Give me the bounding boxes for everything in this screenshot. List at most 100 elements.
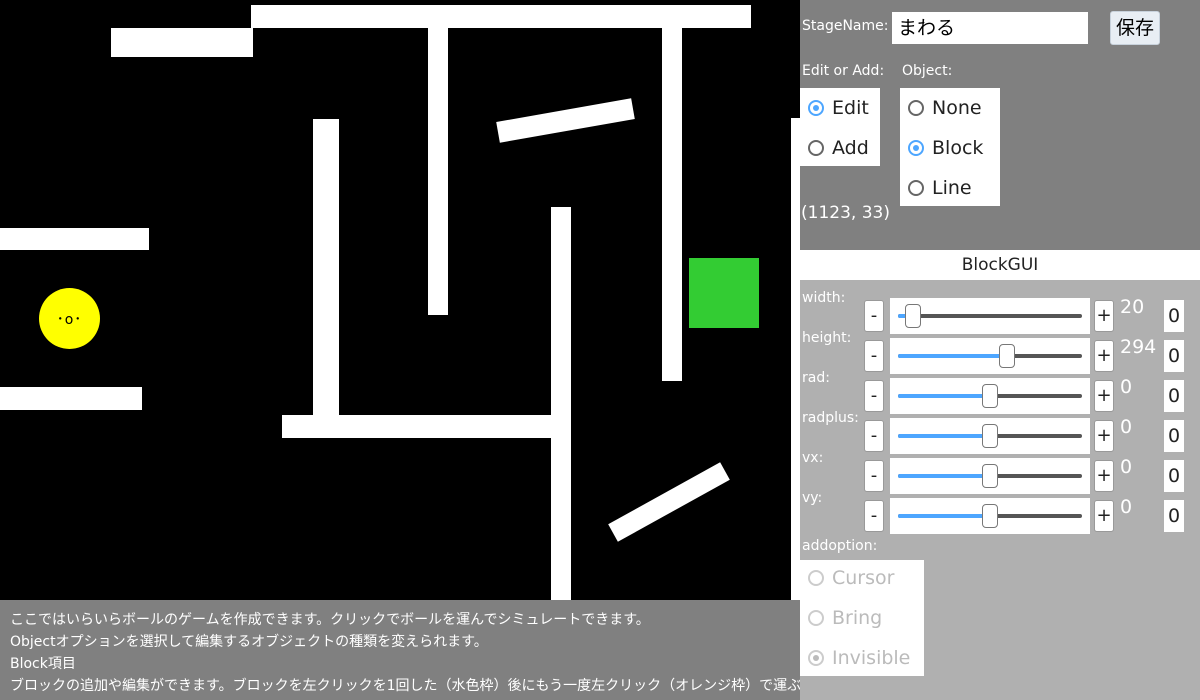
decrement-button[interactable]: - xyxy=(864,500,884,532)
radio-icon xyxy=(808,140,824,156)
slider-thumb[interactable] xyxy=(905,304,921,328)
param-label: radplus: xyxy=(802,410,859,426)
object-label: Object: xyxy=(902,63,953,79)
slider-fill xyxy=(898,354,1007,358)
param-row: vy: - +0 0 xyxy=(800,490,1200,534)
param-row: rad: - +0 0 xyxy=(800,370,1200,414)
radio-selected-icon xyxy=(808,100,824,116)
param-label: width: xyxy=(802,290,846,306)
param-box[interactable]: 0 xyxy=(1164,460,1184,492)
param-row: width: - +20 0 xyxy=(800,290,1200,334)
param-label: vy: xyxy=(802,490,823,506)
edit-or-add-label: Edit or Add: xyxy=(802,63,885,79)
edit-add-radio-group: Edit Add xyxy=(800,88,880,166)
wall-block[interactable] xyxy=(428,28,448,315)
param-slider[interactable] xyxy=(890,458,1090,494)
slider-track xyxy=(898,504,1082,528)
param-slider[interactable] xyxy=(890,418,1090,454)
object-radio-group: None Block Line xyxy=(900,88,1000,206)
increment-button[interactable]: + xyxy=(1094,300,1114,332)
radio-edit[interactable]: Edit xyxy=(800,88,869,128)
param-box[interactable]: 0 xyxy=(1164,340,1184,372)
param-slider[interactable] xyxy=(890,498,1090,534)
slider-thumb[interactable] xyxy=(982,384,998,408)
param-box[interactable]: 0 xyxy=(1164,380,1184,412)
increment-button[interactable]: + xyxy=(1094,380,1114,412)
param-value: 0 xyxy=(1120,456,1133,478)
radio-label: Cursor xyxy=(832,567,895,589)
slider-fill xyxy=(898,394,990,398)
param-value: 20 xyxy=(1120,296,1145,318)
radio-invisible: Invisible xyxy=(800,638,910,678)
block-gui-title: BlockGUI xyxy=(800,250,1200,280)
radio-selected-icon xyxy=(908,140,924,156)
radio-label: None xyxy=(932,97,982,119)
radio-icon xyxy=(808,610,824,626)
slider-thumb[interactable] xyxy=(982,424,998,448)
param-slider[interactable] xyxy=(890,338,1090,374)
addoption-radio-group: Cursor Bring Invisible xyxy=(800,560,924,676)
decrement-button[interactable]: - xyxy=(864,460,884,492)
param-value: 0 xyxy=(1120,376,1133,398)
radio-label: Block xyxy=(932,137,984,159)
slider-thumb[interactable] xyxy=(982,504,998,528)
slider-track xyxy=(898,344,1082,368)
increment-button[interactable]: + xyxy=(1094,500,1114,532)
slider-fill xyxy=(898,514,990,518)
canvas-edge-block xyxy=(791,118,800,600)
param-box[interactable]: 0 xyxy=(1164,420,1184,452)
param-box[interactable]: 0 xyxy=(1164,500,1184,532)
decrement-button[interactable]: - xyxy=(864,340,884,372)
wall-block[interactable] xyxy=(0,228,149,250)
param-box[interactable]: 0 xyxy=(1164,300,1184,332)
slider-thumb[interactable] xyxy=(982,464,998,488)
wall-block[interactable] xyxy=(608,462,730,542)
slider-fill xyxy=(898,474,990,478)
wall-block[interactable] xyxy=(251,5,751,28)
decrement-button[interactable]: - xyxy=(864,420,884,452)
radio-line[interactable]: Line xyxy=(900,168,972,208)
wall-block[interactable] xyxy=(496,98,635,143)
radio-icon xyxy=(908,180,924,196)
wall-block[interactable] xyxy=(313,119,339,419)
radio-selected-icon xyxy=(808,650,824,666)
wall-block[interactable] xyxy=(111,28,253,57)
save-button[interactable]: 保存 xyxy=(1110,11,1160,45)
stage-name-input[interactable]: まわる xyxy=(892,12,1088,44)
radio-bring: Bring xyxy=(800,598,882,638)
param-slider[interactable] xyxy=(890,378,1090,414)
radio-cursor: Cursor xyxy=(800,558,894,598)
goal-block[interactable] xyxy=(689,258,759,328)
player-ball[interactable]: ･o･ xyxy=(39,288,100,349)
radio-add[interactable]: Add xyxy=(800,128,869,168)
wall-block[interactable] xyxy=(282,415,562,438)
radio-block[interactable]: Block xyxy=(900,128,983,168)
param-value: 0 xyxy=(1120,496,1133,518)
increment-button[interactable]: + xyxy=(1094,340,1114,372)
increment-button[interactable]: + xyxy=(1094,460,1114,492)
radio-label: Invisible xyxy=(832,647,911,669)
wall-block[interactable] xyxy=(662,28,682,381)
radio-icon xyxy=(908,100,924,116)
decrement-button[interactable]: - xyxy=(864,380,884,412)
addoption-label: addoption: xyxy=(802,538,878,554)
increment-button[interactable]: + xyxy=(1094,420,1114,452)
slider-track xyxy=(898,464,1082,488)
slider-thumb[interactable] xyxy=(999,344,1015,368)
param-label: height: xyxy=(802,330,852,346)
radio-label: Add xyxy=(832,137,869,159)
param-value: 294 xyxy=(1120,336,1157,358)
stage-name-label: StageName: xyxy=(802,18,889,34)
param-label: vx: xyxy=(802,450,824,466)
wall-block[interactable] xyxy=(0,387,142,410)
radio-icon xyxy=(808,570,824,586)
wall-block[interactable] xyxy=(551,207,571,600)
game-canvas[interactable]: ･o･ xyxy=(0,0,800,600)
decrement-button[interactable]: - xyxy=(864,300,884,332)
param-slider[interactable] xyxy=(890,298,1090,334)
slider-track xyxy=(898,424,1082,448)
radio-none[interactable]: None xyxy=(900,88,982,128)
param-row: vx: - +0 0 xyxy=(800,450,1200,494)
param-row: height: - +294 0 xyxy=(800,330,1200,374)
radio-label: Line xyxy=(932,177,972,199)
